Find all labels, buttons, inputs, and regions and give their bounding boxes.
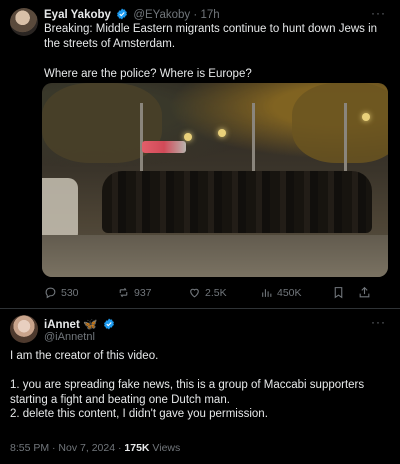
scene-light (184, 133, 192, 141)
scene-light (218, 129, 226, 137)
share-button[interactable] (358, 286, 371, 299)
post-divider (0, 308, 400, 309)
reply-icon (45, 287, 56, 299)
like-button[interactable]: 2.5K (188, 286, 227, 299)
bookmark-icon (334, 287, 343, 299)
tweet-text: Breaking: Middle Eastern migrants contin… (44, 23, 378, 80)
views-button[interactable]: 450K (260, 286, 302, 299)
quoted-tweet[interactable]: Eyal Yakoby @EYakoby · 17h ··· Breaking:… (0, 0, 400, 308)
tweet-meta: 8:55 PM · Nov 7, 2024 · 175K Views (10, 442, 180, 454)
repost-count: 937 (134, 286, 152, 299)
views-count: 175K (124, 442, 150, 454)
reply-count: 530 (61, 286, 79, 299)
author-handle[interactable]: @EYakoby (133, 9, 190, 21)
tweet-actions: 530 937 2.5K 450K (44, 286, 390, 302)
verified-badge-icon (116, 8, 128, 23)
tweet-header: Eyal Yakoby @EYakoby · 17h (44, 8, 220, 23)
bookmark-button[interactable] (332, 286, 345, 299)
repost-icon (119, 287, 128, 298)
verified-badge-icon (103, 318, 115, 333)
heart-icon (190, 288, 199, 298)
butterfly-emoji-icon: 🦋 (82, 319, 98, 331)
share-icon (359, 286, 370, 298)
separator-dot: · (193, 9, 198, 21)
scene-sign (142, 141, 186, 153)
author-handle[interactable]: @iAnnetnl (44, 331, 95, 343)
post-timestamp[interactable]: 8:55 PM · Nov 7, 2024 · (10, 442, 124, 454)
views-label: Views (149, 442, 181, 454)
analytics-icon (262, 289, 272, 297)
like-count: 2.5K (205, 286, 227, 299)
scene-street (42, 235, 388, 277)
author-name[interactable]: Eyal Yakoby (44, 9, 111, 21)
scene-tree (292, 83, 388, 163)
scene-crowd (102, 171, 372, 233)
repost-button[interactable]: 937 (117, 286, 152, 299)
more-options-icon[interactable]: ··· (371, 315, 386, 329)
views-count: 450K (277, 286, 302, 299)
video-thumbnail[interactable] (42, 83, 388, 277)
avatar[interactable] (10, 8, 38, 36)
scene-vehicle (42, 178, 78, 243)
scene-light (362, 113, 370, 121)
reply-button[interactable]: 530 (44, 286, 79, 299)
author-name[interactable]: iAnnet (44, 319, 80, 331)
avatar[interactable] (10, 315, 38, 343)
more-options-icon[interactable]: ··· (371, 6, 386, 20)
tweet-text: I am the creator of this video. 1. you a… (10, 350, 365, 420)
post-time[interactable]: 17h (200, 9, 219, 21)
